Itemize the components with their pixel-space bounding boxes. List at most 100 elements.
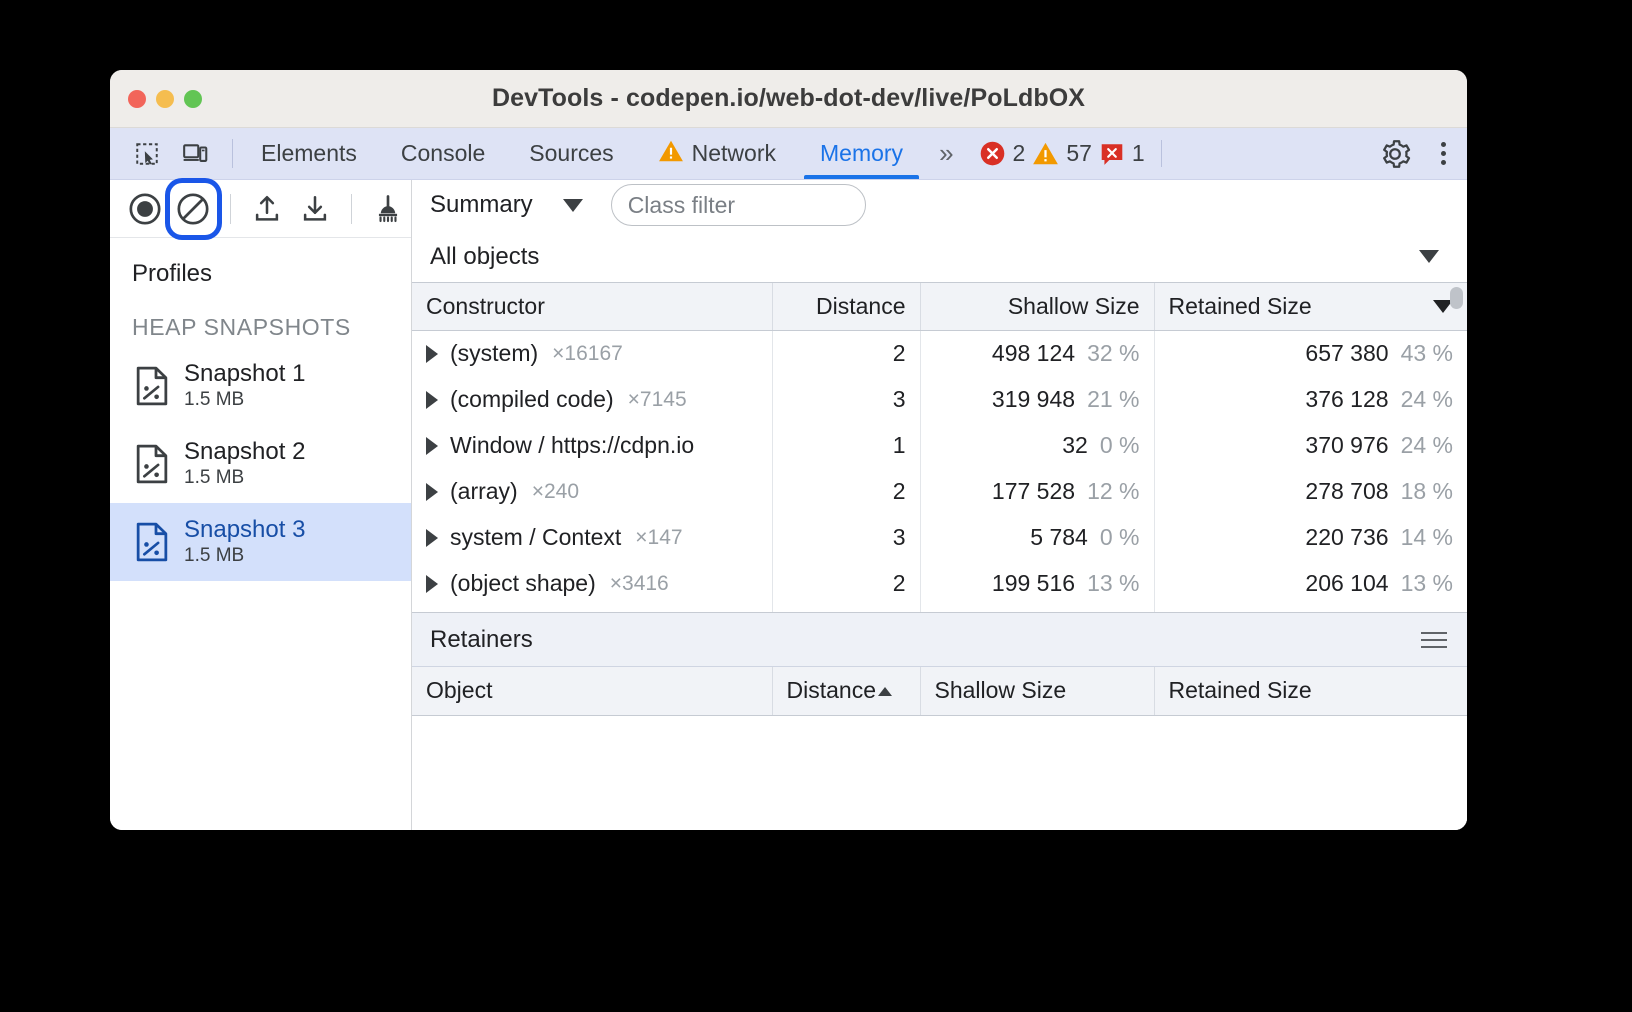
cell-retained-size: 157 86810 % <box>1154 607 1467 612</box>
shallow-size-value: 199 516 <box>992 570 1075 596</box>
retained-size-value: 370 976 <box>1305 432 1388 458</box>
error-circle-icon <box>979 140 1006 167</box>
collect-garbage-button[interactable] <box>365 183 411 235</box>
shallow-size-pct: 21 % <box>1087 386 1139 412</box>
error-count: 2 <box>1013 140 1026 167</box>
column-header-retainer-shallow-size[interactable]: Shallow Size <box>920 667 1154 715</box>
retained-size-pct: 43 % <box>1401 340 1453 366</box>
view-mode-select[interactable]: Summary <box>430 191 583 219</box>
cell-retained-size: 376 12824 % <box>1154 377 1467 423</box>
tab-elements[interactable]: Elements <box>239 128 379 179</box>
tabstrip-right-divider <box>1161 140 1162 167</box>
snapshot-list-item-1[interactable]: Snapshot 1 1.5 MB <box>110 347 411 425</box>
cell-shallow-size: 177 52812 % <box>920 469 1154 515</box>
table-row[interactable]: Window / https://cdpn.io 1 320 % 370 976… <box>412 423 1467 469</box>
table-row[interactable]: (string)×6420 3 157 82810 % 157 86810 % <box>412 607 1467 612</box>
save-profile-button[interactable] <box>292 183 338 235</box>
retained-size-pct: 14 % <box>1401 524 1453 550</box>
device-toolbar-button[interactable] <box>174 133 216 175</box>
tab-sources[interactable]: Sources <box>507 128 635 179</box>
cell-distance: 2 <box>772 561 920 607</box>
warning-count: 57 <box>1066 140 1092 167</box>
window-title: DevTools - codepen.io/web-dot-dev/live/P… <box>110 84 1467 113</box>
warning-counter[interactable]: 57 <box>1032 140 1092 167</box>
no-entry-slash-circle-icon <box>176 192 210 226</box>
issues-counter[interactable]: 1 <box>1099 140 1145 167</box>
column-header-object[interactable]: Object <box>412 667 772 715</box>
expand-triangle-icon[interactable] <box>426 483 438 501</box>
constructor-name: Window / https://cdpn.io <box>450 432 694 459</box>
tab-console-label: Console <box>401 140 485 167</box>
devtools-main-menu-button[interactable] <box>1421 132 1465 176</box>
column-header-constructor[interactable]: Constructor <box>412 283 772 331</box>
class-filter-input[interactable] <box>611 184 866 226</box>
column-header-retainer-retained-size[interactable]: Retained Size <box>1154 667 1467 715</box>
memory-main-panel: Summary All objects Constructor <box>412 180 1467 830</box>
table-row[interactable]: (system)×16167 2 498 12432 % 657 38043 % <box>412 331 1467 377</box>
error-counter[interactable]: 2 <box>979 140 1026 167</box>
minimize-window-button[interactable] <box>156 90 174 108</box>
broom-icon <box>372 193 404 225</box>
more-tabs-button[interactable]: » <box>925 128 964 179</box>
column-header-distance[interactable]: Distance <box>772 283 920 331</box>
retainers-grid-header: Object Distance Shallow Size Retained Si… <box>412 667 1467 715</box>
constructor-count: ×16167 <box>552 342 623 366</box>
upload-arrow-icon <box>251 193 283 225</box>
retained-size-pct: 24 % <box>1401 432 1453 458</box>
expand-triangle-icon[interactable] <box>426 529 438 547</box>
maximize-window-button[interactable] <box>184 90 202 108</box>
table-row[interactable]: (object shape)×3416 2 199 51613 % 206 10… <box>412 561 1467 607</box>
retainers-menu-button[interactable] <box>1421 632 1447 648</box>
constructor-count: ×240 <box>532 480 579 504</box>
expand-triangle-icon[interactable] <box>426 575 438 593</box>
cell-shallow-size: 199 51613 % <box>920 561 1154 607</box>
cell-shallow-size: 5 7840 % <box>920 515 1154 561</box>
snapshot-2-labels: Snapshot 2 1.5 MB <box>184 439 305 489</box>
record-heap-snapshot-button[interactable] <box>122 183 168 235</box>
column-header-retainer-distance[interactable]: Distance <box>772 667 920 715</box>
settings-button[interactable] <box>1373 132 1417 176</box>
load-profile-button[interactable] <box>243 183 289 235</box>
object-scope-select[interactable]: All objects <box>412 232 1467 282</box>
tab-network[interactable]: Network <box>636 128 798 179</box>
snapshot-1-labels: Snapshot 1 1.5 MB <box>184 361 305 411</box>
inspect-element-button[interactable] <box>126 133 168 175</box>
stop-recording-button[interactable] <box>170 183 216 235</box>
close-window-button[interactable] <box>128 90 146 108</box>
heap-snapshot-file-icon <box>134 366 170 406</box>
expand-triangle-icon[interactable] <box>426 437 438 455</box>
table-row[interactable]: (array)×240 2 177 52812 % 278 70818 % <box>412 469 1467 515</box>
warning-triangle-icon <box>658 139 684 169</box>
constructors-grid-scrollbar[interactable] <box>1450 287 1463 309</box>
snapshot-list-item-3[interactable]: Snapshot 3 1.5 MB <box>110 503 411 581</box>
column-header-shallow-size[interactable]: Shallow Size <box>920 283 1154 331</box>
expand-triangle-icon[interactable] <box>426 391 438 409</box>
cell-constructor: (array) ×240 <box>412 469 772 515</box>
column-header-retained-size[interactable]: Retained Size <box>1154 283 1467 331</box>
tab-memory-label: Memory <box>820 140 903 167</box>
shallow-size-pct: 0 % <box>1100 524 1140 550</box>
constructor-name: (array) <box>450 478 518 505</box>
expand-triangle-icon[interactable] <box>426 345 438 363</box>
download-arrow-icon <box>299 193 331 225</box>
table-row[interactable]: (compiled code)×7145 3 319 94821 % 376 1… <box>412 377 1467 423</box>
snapshot-list-item-2[interactable]: Snapshot 2 1.5 MB <box>110 425 411 503</box>
table-row[interactable]: system / Context×147 3 5 7840 % 220 7361… <box>412 515 1467 561</box>
devtools-window: DevTools - codepen.io/web-dot-dev/live/P… <box>110 70 1467 830</box>
cell-constructor: (system)×16167 <box>412 331 772 377</box>
tab-console[interactable]: Console <box>379 128 507 179</box>
cell-distance: 3 <box>772 607 920 612</box>
shallow-size-pct: 12 % <box>1087 478 1139 504</box>
retainers-title: Retainers <box>430 626 533 654</box>
inspect-element-icon <box>134 141 160 167</box>
tabstrip-left-icons <box>110 128 226 179</box>
traffic-light-group <box>128 90 202 108</box>
devtools-body: Profiles HEAP SNAPSHOTS Snapshot 1 1.5 M… <box>110 180 1467 830</box>
retained-size-pct: 24 % <box>1401 386 1453 412</box>
tab-memory[interactable]: Memory <box>798 128 925 179</box>
tabstrip-right-actions <box>1371 128 1467 179</box>
retained-size-value: 657 380 <box>1305 340 1388 366</box>
cell-constructor: Window / https://cdpn.io <box>412 423 772 469</box>
sort-ascending-icon <box>878 687 892 696</box>
devtools-tabstrip: Elements Console Sources Network Memory … <box>110 128 1467 180</box>
